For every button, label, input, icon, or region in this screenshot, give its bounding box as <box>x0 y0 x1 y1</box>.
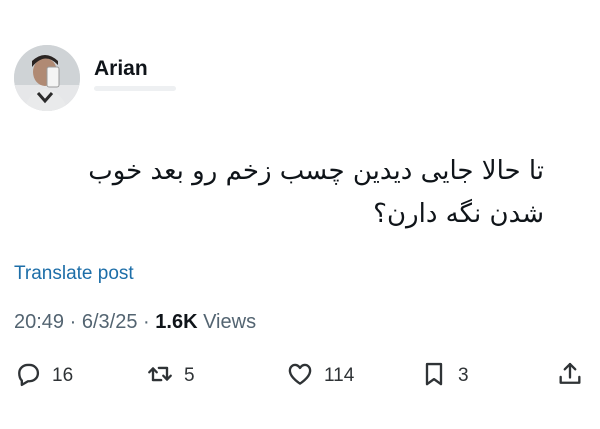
translate-post-link[interactable]: Translate post <box>14 263 134 285</box>
bookmark-button[interactable]: 3 <box>420 358 469 394</box>
tweet-date[interactable]: 6/3/25 <box>82 311 138 333</box>
tweet-time[interactable]: 20:49 <box>14 311 64 333</box>
meta-separator: · <box>143 311 150 333</box>
like-count: 114 <box>324 365 355 386</box>
views-count: 1.6K <box>155 311 198 333</box>
heart-icon <box>286 360 314 393</box>
reply-button[interactable]: 16 <box>14 358 73 394</box>
bookmark-count: 3 <box>458 365 469 386</box>
action-bar: 16 5 114 3 <box>0 358 600 394</box>
reply-count: 16 <box>52 365 74 386</box>
reply-icon <box>14 360 42 393</box>
tweet-meta: 20:49 · 6/3/25 · 1.6K Views <box>14 311 256 334</box>
share-button[interactable] <box>556 358 584 394</box>
share-icon <box>556 360 584 393</box>
meta-separator: · <box>69 311 77 333</box>
tweet: Arian تا حالا جایی دیدین چسب زخم رو بعد … <box>0 0 600 429</box>
retweet-button[interactable]: 5 <box>146 358 195 394</box>
retweet-count: 5 <box>184 365 195 386</box>
like-button[interactable]: 114 <box>286 358 354 394</box>
bookmark-icon <box>420 360 448 393</box>
author-name[interactable]: Arian <box>94 57 148 81</box>
avatar[interactable] <box>14 45 80 111</box>
author-handle-blurred <box>94 86 176 91</box>
views-label: Views <box>203 311 257 333</box>
tweet-text: تا حالا جایی دیدین چسب زخم رو بعد خوب شد… <box>88 156 544 229</box>
retweet-icon <box>146 360 174 393</box>
